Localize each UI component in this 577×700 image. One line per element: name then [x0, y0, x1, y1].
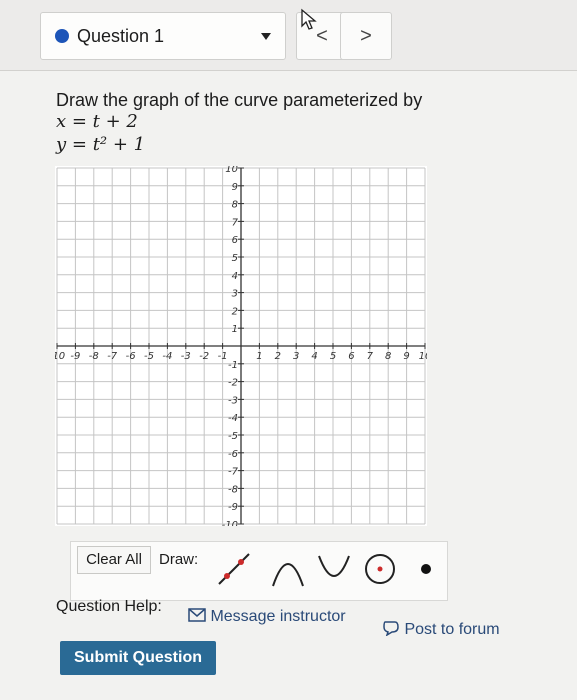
y-tick-label: -10	[222, 520, 238, 526]
y-tick-label: 8	[232, 200, 238, 211]
equation-x: x = t + 2	[56, 111, 138, 132]
x-tick-label: -5	[144, 351, 154, 362]
y-tick-label: 2	[232, 306, 238, 317]
x-tick-label: -1	[218, 351, 228, 362]
x-tick-label: 7	[367, 351, 374, 362]
post-to-forum-label: Post to forum	[404, 621, 500, 638]
header-bar: Question 1 < >	[0, 0, 577, 71]
equation-y: y = t² + 1	[56, 134, 146, 155]
x-tick-label: -9	[70, 351, 80, 362]
clear-all-button[interactable]: Clear All	[77, 546, 151, 574]
y-tick-label: 5	[232, 253, 238, 264]
x-tick-label: 6	[348, 351, 354, 362]
next-question-button[interactable]: >	[340, 12, 392, 60]
chevron-down-icon	[261, 33, 271, 40]
parabola-up-tool-icon[interactable]	[313, 548, 355, 590]
circle-tool-icon[interactable]	[359, 548, 401, 590]
mouse-cursor-icon	[301, 8, 317, 30]
x-tick-label: -6	[126, 351, 136, 362]
y-tick-label: -5	[228, 431, 238, 442]
x-tick-label: -7	[107, 351, 118, 362]
question-help-label: Question Help:	[56, 598, 162, 615]
y-tick-label: -6	[228, 449, 238, 460]
question-select[interactable]: Question 1	[40, 12, 286, 60]
graph-canvas[interactable]: -10-9-8-7-6-5-4-3-2-11234567891010987654…	[55, 166, 427, 526]
submit-question-button[interactable]: Submit Question	[60, 641, 216, 675]
y-tick-label: -2	[228, 378, 238, 389]
question-prompt: Draw the graph of the curve parameterize…	[56, 90, 423, 110]
y-tick-label: 3	[232, 289, 238, 300]
y-tick-label: -4	[228, 413, 238, 424]
message-instructor-link[interactable]: Message instructor	[188, 608, 346, 626]
question-label: Question 1	[77, 26, 165, 46]
y-tick-label: 6	[232, 235, 238, 246]
x-tick-label: 8	[385, 351, 391, 362]
y-tick-label: -8	[228, 484, 238, 495]
y-tick-label: -3	[228, 395, 238, 406]
y-tick-label: -9	[228, 502, 238, 513]
y-tick-label: 10	[225, 166, 238, 175]
x-tick-label: 9	[403, 351, 409, 362]
post-to-forum-link[interactable]: Post to forum	[382, 620, 500, 639]
x-tick-label: 5	[330, 351, 336, 362]
envelope-icon	[188, 608, 206, 622]
y-tick-label: -1	[228, 360, 238, 371]
y-tick-label: 7	[232, 217, 239, 228]
x-tick-label: 3	[293, 351, 299, 362]
y-tick-label: 1	[232, 324, 238, 335]
parabola-down-tool-icon[interactable]	[267, 548, 309, 590]
graph-toolbar: Clear All Draw:	[70, 541, 448, 601]
x-tick-label: 1	[256, 351, 262, 362]
x-tick-label: -3	[181, 351, 191, 362]
y-tick-label: 9	[232, 182, 238, 193]
draw-label: Draw:	[159, 551, 199, 568]
x-tick-label: 10	[419, 351, 427, 362]
message-instructor-label: Message instructor	[210, 608, 346, 625]
point-tool-icon[interactable]	[405, 548, 447, 590]
x-tick-label: -2	[199, 351, 209, 362]
x-tick-label: 4	[311, 351, 317, 362]
question-status-dot	[55, 29, 69, 43]
y-tick-label: -7	[228, 467, 239, 478]
x-tick-label: -8	[89, 351, 99, 362]
line-tool-icon[interactable]	[213, 548, 255, 590]
y-tick-label: 4	[232, 271, 238, 282]
x-tick-label: -10	[55, 351, 65, 362]
speech-bubble-icon	[383, 621, 399, 637]
x-tick-label: 2	[275, 351, 281, 362]
x-tick-label: -4	[162, 351, 172, 362]
